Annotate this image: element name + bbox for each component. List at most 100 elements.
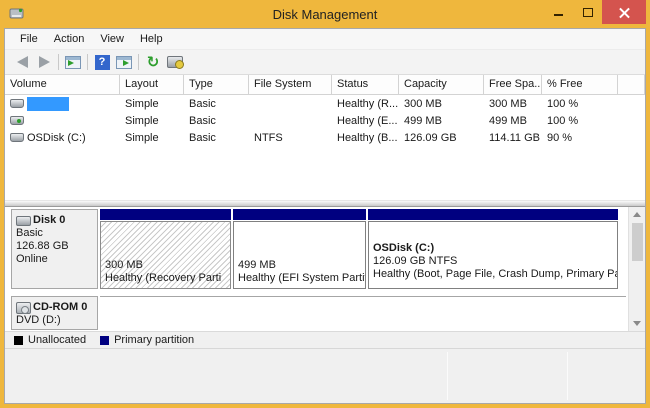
partition-color-bar [233,209,366,220]
column-header-pct-free[interactable]: % Free [542,75,618,94]
disk-icon [16,216,31,226]
cell-pct-free: 90 % [542,132,618,144]
status-bar-divider [447,352,448,400]
cdrom-media-area[interactable] [100,296,626,330]
toolbar: ? ↻ [5,50,645,75]
cell-capacity: 126.09 GB [399,132,484,144]
cdrom-0-label[interactable]: CD-ROM 0 DVD (D:) [11,296,98,330]
volume-name: OSDisk (C:) [27,132,86,144]
cdrom-media: DVD (D:) [16,314,95,327]
volume-row-osdisk[interactable]: OSDisk (C:) Simple Basic NTFS Healthy (B… [5,129,645,146]
disk-name: Disk 0 [33,214,65,227]
partition-color-bar [100,209,231,220]
forward-button[interactable] [33,52,55,72]
title-bar[interactable]: Disk Management [4,0,646,28]
column-header-status[interactable]: Status [332,75,399,94]
column-header-file-system[interactable]: File System [249,75,332,94]
refresh-button[interactable]: ↻ [142,52,164,72]
unallocated-swatch-icon [14,336,23,345]
partition-size: 499 MB [238,259,362,272]
volume-row-recovery[interactable]: Simple Basic Healthy (R... 300 MB 300 MB… [5,95,645,112]
scroll-up-icon [633,212,641,217]
partition-size: 300 MB [105,259,227,272]
forward-icon [39,56,50,68]
cdrom-icon [16,302,31,314]
minimize-icon [554,14,563,16]
partition-size: 126.09 GB NTFS [373,255,614,268]
back-button[interactable] [11,52,33,72]
column-header-volume[interactable]: Volume [5,75,120,94]
vertical-scrollbar[interactable] [628,207,645,331]
status-bar [5,348,645,403]
disk-graph-area: Disk 0 Basic 126.88 GB Online 300 MB Hea… [5,207,628,331]
partition-efi[interactable]: 499 MB Healthy (EFI System Partit [233,209,366,289]
legend-label: Unallocated [28,334,86,346]
show-action-pane-button[interactable] [113,52,135,72]
legend-bar: Unallocated Primary partition [5,331,645,348]
cell-pct-free: 100 % [542,98,618,110]
menu-file[interactable]: File [12,31,46,47]
window-content: File Action View Help ? ↻ Volume Layout … [4,28,646,404]
back-icon [17,56,28,68]
status-bar-divider [567,352,568,400]
legend-primary-partition: Primary partition [100,334,194,346]
rescan-disks-icon [167,56,183,68]
cell-status: Healthy (R... [332,98,399,110]
window-controls [544,0,646,28]
cell-free-space: 499 MB [484,115,542,127]
scroll-down-button[interactable] [629,316,645,331]
show-console-tree-button[interactable] [62,52,84,72]
disk-management-window: Disk Management File Action View Help ? … [0,0,650,408]
disk-status: Online [16,253,95,266]
menu-action[interactable]: Action [46,31,93,47]
partition-status: Healthy (EFI System Partit [238,272,362,285]
volume-list-header: Volume Layout Type File System Status Ca… [5,75,645,95]
partition-recovery[interactable]: 300 MB Healthy (Recovery Parti [100,209,231,289]
cell-free-space: 300 MB [484,98,542,110]
column-header-layout[interactable]: Layout [120,75,184,94]
column-header-free-space[interactable]: Free Spa... [484,75,542,94]
disk-0-label[interactable]: Disk 0 Basic 126.88 GB Online [11,209,98,289]
rescan-disks-button[interactable] [164,52,186,72]
partition-osdisk[interactable]: OSDisk (C:) 126.09 GB NTFS Healthy (Boot… [368,209,618,289]
help-button[interactable]: ? [91,52,113,72]
disk-0-partitions: 300 MB Healthy (Recovery Parti 499 MB He… [100,209,618,289]
cell-status: Healthy (B... [332,132,399,144]
pane-splitter[interactable] [5,200,645,207]
cell-free-space: 114.11 GB [484,132,542,144]
volume-row-efi[interactable]: Simple Basic Healthy (E... 499 MB 499 MB… [5,112,645,129]
legend-label: Primary partition [114,334,194,346]
menu-view[interactable]: View [92,31,132,47]
close-icon [619,7,630,18]
minimize-button[interactable] [544,0,573,22]
cell-capacity: 300 MB [399,98,484,110]
cell-type: Basic [184,132,249,144]
cell-type: Basic [184,98,249,110]
partition-status: Healthy (Recovery Parti [105,272,227,285]
primary-partition-swatch-icon [100,336,109,345]
volume-list: Volume Layout Type File System Status Ca… [5,75,645,200]
cell-file-system: NTFS [249,132,332,144]
menu-bar: File Action View Help [5,29,645,50]
column-header-type[interactable]: Type [184,75,249,94]
volume-icon [10,116,24,125]
cell-type: Basic [184,115,249,127]
menu-help[interactable]: Help [132,31,171,47]
scroll-down-icon [633,321,641,326]
volume-icon [10,133,24,142]
disk-0-row: Disk 0 Basic 126.88 GB Online 300 MB Hea… [11,209,626,289]
column-header-capacity[interactable]: Capacity [399,75,484,94]
cell-layout: Simple [120,115,184,127]
scroll-up-button[interactable] [629,207,645,222]
legend-unallocated: Unallocated [14,334,86,346]
cell-status: Healthy (E... [332,115,399,127]
maximize-icon [583,8,593,17]
maximize-button[interactable] [573,0,602,22]
cell-capacity: 499 MB [399,115,484,127]
close-button[interactable] [602,0,646,24]
column-header-filler [618,75,645,94]
partition-status: Healthy (Boot, Page File, Crash Dump, Pr… [373,268,614,281]
help-icon: ? [95,55,110,70]
scrollbar-thumb[interactable] [632,223,643,261]
console-tree-icon [65,56,81,69]
